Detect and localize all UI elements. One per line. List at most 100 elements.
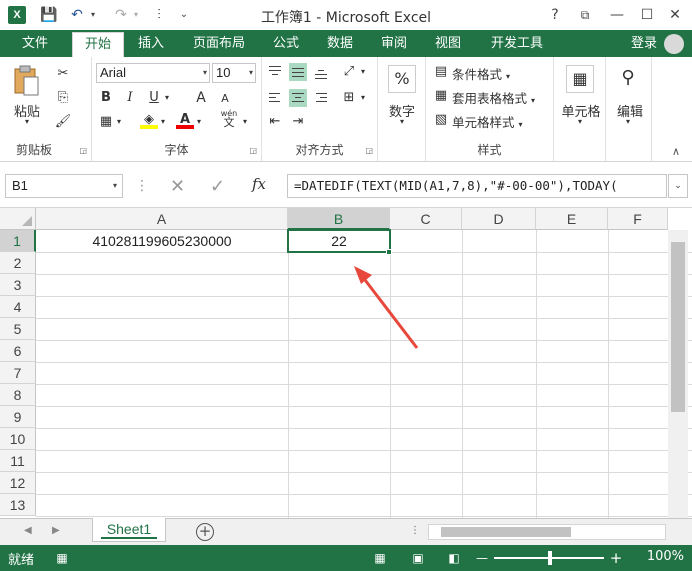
number-dropdown-icon[interactable]: ▾ xyxy=(396,117,408,126)
phonetic-guide-icon[interactable]: wén 文 xyxy=(218,109,240,131)
copy-icon[interactable]: ⎘ xyxy=(54,89,72,107)
formula-input[interactable]: =DATEDIF(TEXT(MID(A1,7,8),"#-00-00"),TOD… xyxy=(287,174,667,198)
italic-button[interactable]: I xyxy=(121,89,139,107)
number-format-percent-icon[interactable]: % xyxy=(388,65,416,93)
row-header-2[interactable]: 2 xyxy=(0,252,36,274)
row-header-10[interactable]: 10 xyxy=(0,428,36,450)
expand-formula-bar-icon[interactable]: ⌄ xyxy=(668,174,688,198)
collapse-ribbon-icon[interactable]: ∧ xyxy=(668,145,684,158)
cancel-icon[interactable]: ✕ xyxy=(170,176,185,197)
cell-a1[interactable]: 410281199605230000 xyxy=(36,230,288,252)
vertical-scroll-thumb[interactable] xyxy=(671,242,685,412)
vertical-scrollbar[interactable] xyxy=(668,230,688,518)
macro-record-icon[interactable]: ▦ xyxy=(54,550,70,566)
bold-button[interactable]: B xyxy=(97,89,115,107)
increase-indent-icon[interactable]: ⇥ xyxy=(289,113,307,131)
add-sheet-button[interactable]: + xyxy=(196,523,214,541)
column-header-b[interactable]: B xyxy=(288,208,390,230)
bottom-align-icon[interactable] xyxy=(312,63,330,81)
underline-dropdown-icon[interactable]: ▾ xyxy=(162,89,172,107)
format-painter-icon[interactable]: 🖌 xyxy=(54,113,72,131)
tab-split-handle[interactable]: ⋮ xyxy=(410,525,420,536)
middle-align-icon[interactable] xyxy=(289,63,307,81)
row-header-7[interactable]: 7 xyxy=(0,362,36,384)
editing-dropdown-icon[interactable]: ▾ xyxy=(622,117,634,126)
paste-dropdown-icon[interactable]: ▾ xyxy=(20,117,34,126)
fill-color-dropdown-icon[interactable]: ▾ xyxy=(158,113,168,131)
enter-icon[interactable]: ✓ xyxy=(210,176,225,197)
format-as-table-icon[interactable]: ▦ xyxy=(432,87,450,105)
shrink-font-button[interactable]: A xyxy=(216,90,234,108)
page-break-preview-icon[interactable]: ◧ xyxy=(446,550,462,566)
row-header-5[interactable]: 5 xyxy=(0,318,36,340)
find-binoculars-icon[interactable]: ⚲ xyxy=(614,65,642,93)
tab-review[interactable]: 审阅 xyxy=(370,30,418,57)
tab-formulas[interactable]: 公式 xyxy=(262,30,310,57)
column-header-c[interactable]: C xyxy=(390,208,462,230)
name-box[interactable]: B1 ▾ xyxy=(5,174,123,198)
clipboard-launcher-icon[interactable]: ◲ xyxy=(79,146,87,155)
row-header-11[interactable]: 11 xyxy=(0,450,36,472)
normal-view-icon[interactable]: ▦ xyxy=(372,550,388,566)
page-layout-view-icon[interactable]: ▣ xyxy=(410,550,426,566)
row-header-6[interactable]: 6 xyxy=(0,340,36,362)
tab-file[interactable]: 文件 xyxy=(0,30,70,57)
fill-handle[interactable] xyxy=(386,249,392,255)
worksheet-grid[interactable]: A B C D E F 1 2 3 4 5 6 7 8 9 10 11 12 1… xyxy=(0,208,692,518)
orientation-icon[interactable]: ⤢ xyxy=(340,63,358,81)
tab-view[interactable]: 视图 xyxy=(424,30,472,57)
tab-developer[interactable]: 开发工具 xyxy=(478,30,556,57)
column-header-a[interactable]: A xyxy=(36,208,288,230)
conditional-format-button[interactable]: 条件格式 ▾ xyxy=(452,64,510,83)
font-name-combo[interactable]: Arial ▾ xyxy=(96,63,210,83)
column-header-d[interactable]: D xyxy=(462,208,536,230)
column-header-e[interactable]: E xyxy=(536,208,608,230)
minimize-icon[interactable]: — xyxy=(606,4,628,26)
zoom-level[interactable]: 100% xyxy=(647,549,684,564)
user-avatar-icon[interactable] xyxy=(664,34,684,54)
zoom-out-button[interactable]: — xyxy=(474,550,490,566)
close-icon[interactable]: ✕ xyxy=(664,4,686,26)
orientation-dropdown-icon[interactable]: ▾ xyxy=(358,63,368,81)
column-header-f[interactable]: F xyxy=(608,208,668,230)
cell-styles-icon[interactable]: ▧ xyxy=(432,111,450,129)
prev-sheet-icon[interactable]: ◀ xyxy=(24,525,32,536)
row-header-12[interactable]: 12 xyxy=(0,472,36,494)
ribbon-display-options-icon[interactable]: ⧉ xyxy=(574,4,596,26)
horizontal-scrollbar[interactable] xyxy=(428,524,666,540)
font-color-dropdown-icon[interactable]: ▾ xyxy=(194,113,204,131)
row-header-1[interactable]: 1 xyxy=(0,230,36,252)
paste-icon[interactable] xyxy=(12,65,40,96)
underline-button[interactable]: U xyxy=(145,89,163,107)
cut-icon[interactable]: ✂ xyxy=(54,65,72,83)
borders-icon[interactable]: ▦ xyxy=(97,113,115,131)
row-header-13[interactable]: 13 xyxy=(0,494,36,516)
phonetic-dropdown-icon[interactable]: ▾ xyxy=(240,113,250,131)
help-icon[interactable]: ? xyxy=(544,4,566,26)
next-sheet-icon[interactable]: ▶ xyxy=(52,525,60,536)
row-header-3[interactable]: 3 xyxy=(0,274,36,296)
conditional-format-icon[interactable]: ▤ xyxy=(432,63,450,81)
tab-insert[interactable]: 插入 xyxy=(128,30,174,57)
merge-dropdown-icon[interactable]: ▾ xyxy=(358,89,368,107)
alignment-launcher-icon[interactable]: ◲ xyxy=(365,146,373,155)
font-launcher-icon[interactable]: ◲ xyxy=(249,146,257,155)
zoom-slider-knob[interactable] xyxy=(548,551,552,565)
row-header-8[interactable]: 8 xyxy=(0,384,36,406)
insert-function-icon[interactable]: fx xyxy=(252,175,266,193)
tab-data[interactable]: 数据 xyxy=(316,30,364,57)
grow-font-button[interactable]: A xyxy=(192,89,210,107)
cell-styles-button[interactable]: 单元格样式 ▾ xyxy=(452,112,523,131)
zoom-in-button[interactable]: + xyxy=(608,550,624,566)
cells-icon[interactable]: ▦ xyxy=(566,65,594,93)
tab-home[interactable]: 开始 xyxy=(72,32,124,57)
top-align-icon[interactable] xyxy=(266,63,284,81)
decrease-indent-icon[interactable]: ⇤ xyxy=(266,113,284,131)
horizontal-scroll-thumb[interactable] xyxy=(441,527,571,537)
tab-page-layout[interactable]: 页面布局 xyxy=(182,30,256,57)
format-as-table-button[interactable]: 套用表格格式 ▾ xyxy=(452,88,535,107)
cells-dropdown-icon[interactable]: ▾ xyxy=(574,117,586,126)
sheet-tab-sheet1[interactable]: Sheet1 xyxy=(92,518,166,542)
row-header-4[interactable]: 4 xyxy=(0,296,36,318)
row-header-9[interactable]: 9 xyxy=(0,406,36,428)
